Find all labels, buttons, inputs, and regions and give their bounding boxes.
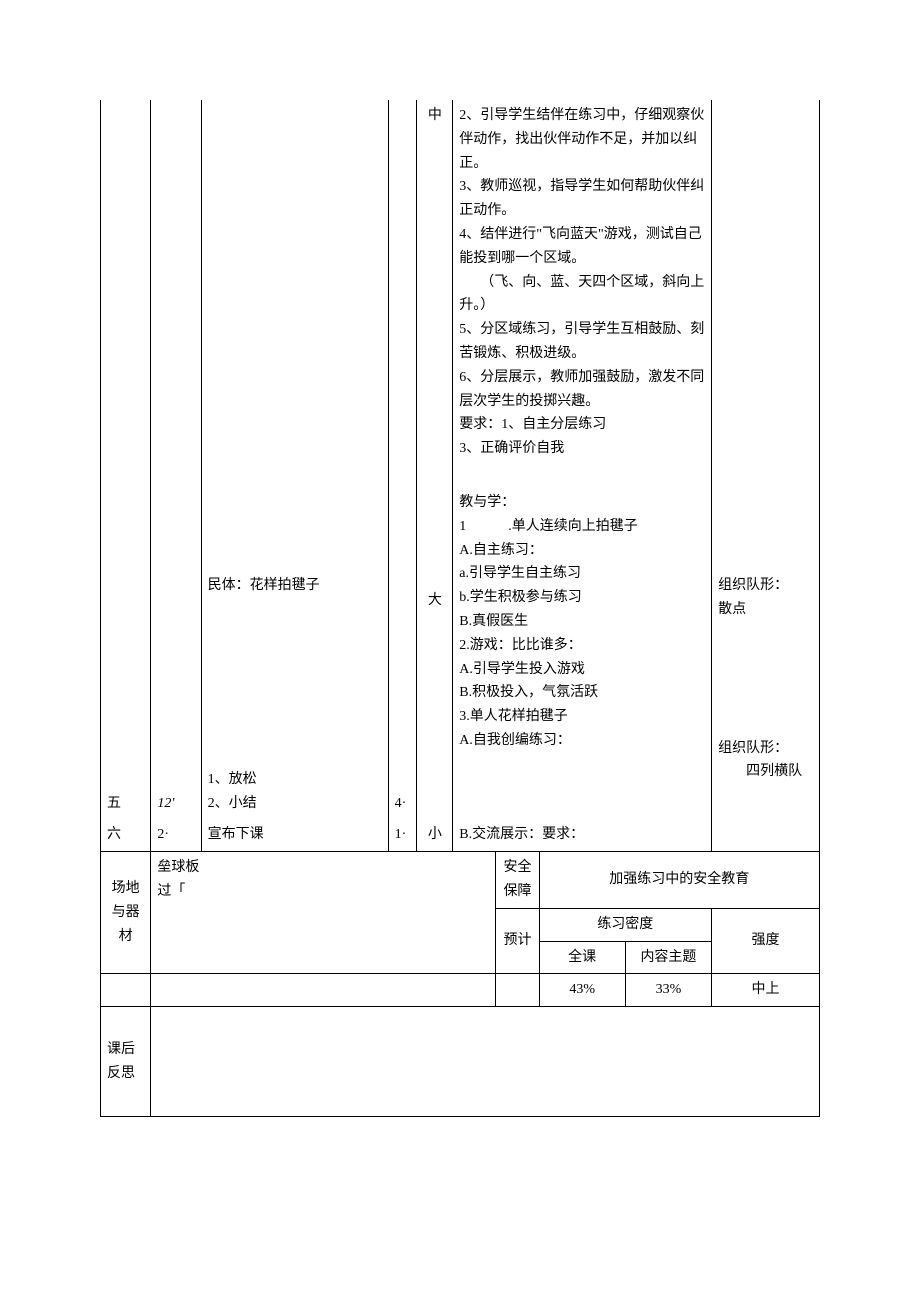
venue-label-ext — [101, 974, 151, 1007]
intensity-col: 中 大 — [417, 100, 453, 819]
relax-line2: 2、小结 — [208, 792, 382, 816]
venue-label: 场地与器材 — [101, 852, 151, 974]
row-num-6: 六 — [101, 819, 151, 851]
strength-header: 强度 — [712, 908, 820, 974]
table-row: 六 2· 宣布下课 1· 小 B.交流展示：要求： — [101, 819, 820, 851]
strength-value: 中上 — [712, 974, 820, 1007]
formation-b-l1: 四列横队 — [718, 760, 813, 784]
dismiss-line: 宣布下课 — [201, 819, 388, 851]
row-count-5: 4· — [388, 100, 417, 819]
teach-block2-l3: a.引导学生自主练习 — [459, 562, 705, 586]
teach-block1-l7: 3、正确评价自我 — [459, 437, 705, 461]
table-row: 五 12′ 民体：花样拍毽子 1、放松 2、小结 4· 中 大 2、引导学生结伴… — [101, 100, 820, 819]
teach-block2-l1: 1 .单人连续向上拍毽子 — [459, 515, 705, 539]
teach-block2-l10: A.自我创编练习： — [459, 729, 705, 753]
reflection-label: 课后反思 — [101, 1007, 151, 1117]
teach-block1-l6: 要求：1、自主分层练习 — [459, 413, 705, 437]
teach-block1-l2: 4、结伴进行"飞向蓝天"游戏，测试自己能投到哪一个区域。 — [459, 223, 705, 271]
safety-content: 加强练习中的安全教育 — [539, 852, 819, 909]
teach-block2-last: B.交流展示：要求： — [453, 819, 712, 851]
intensity-mid: 中 — [423, 104, 446, 129]
forecast-ext — [496, 974, 539, 1007]
teach-block2-l0: 教与学： — [459, 491, 705, 515]
safety-label: 安全保障 — [496, 852, 539, 909]
teaching-col: 2、引导学生结伴在练习中，仔细观察伙伴动作，找出伙伴动作不足，并加以纠正。 3、… — [453, 100, 712, 819]
table-row: 场地与器材 垒球板 过「 安全保障 加强练习中的安全教育 — [101, 852, 820, 909]
teach-block2-l7: A.引导学生投入游戏 — [459, 658, 705, 682]
teach-block1-l3: （飞、向、蓝、天四个区域，斜向上升。） — [459, 271, 705, 319]
formation-col: 组织队形： 散点 组织队形： 四列横队 — [712, 100, 820, 819]
teach-block2-l6: 2.游戏：比比谁多： — [459, 634, 705, 658]
teach-block2-l5: B.真假医生 — [459, 610, 705, 634]
topic-header: 内容主题 — [625, 941, 711, 974]
table-row: 43% 33% 中上 — [101, 974, 820, 1007]
forecast-label: 预计 — [496, 908, 539, 974]
row-time-6: 2· — [151, 819, 201, 851]
teach-block1-l0: 2、引导学生结伴在练习中，仔细观察伙伴动作，找出伙伴动作不足，并加以纠正。 — [459, 104, 705, 175]
row-time-5: 12′ — [151, 100, 201, 819]
table-row: 课后反思 — [101, 1007, 820, 1117]
density-header: 练习密度 — [539, 908, 712, 941]
lesson-plan-table: 五 12′ 民体：花样拍毽子 1、放松 2、小结 4· 中 大 2、引导学生结伴… — [100, 100, 820, 1117]
row-num-5: 五 — [101, 100, 151, 819]
formation-empty — [712, 819, 820, 851]
teach-block1-l4: 5、分区域练习，引导学生互相鼓励、刻苦锻炼、积极进级。 — [459, 318, 705, 366]
folk-sport-title: 民体：花样拍毽子 — [208, 574, 382, 598]
teach-block2-l4: b.学生积极参与练习 — [459, 586, 705, 610]
venue-content: 垒球板 过「 — [151, 852, 496, 974]
intensity-small: 小 — [417, 819, 453, 851]
formation-a-l2: 散点 — [718, 598, 813, 622]
row-count-6: 1· — [388, 819, 417, 851]
teach-block2-l2: A.自主练习： — [459, 539, 705, 563]
intensity-big: 大 — [423, 589, 446, 613]
venue-content-ext — [151, 974, 496, 1007]
full-header: 全课 — [539, 941, 625, 974]
content-col3: 民体：花样拍毽子 1、放松 2、小结 — [201, 100, 388, 819]
teach-block1-l1: 3、教师巡视，指导学生如何帮助伙伴纠正动作。 — [459, 175, 705, 223]
teach-block1-l5: 6、分层展示，教师加强鼓励，激发不同层次学生的投掷兴趣。 — [459, 366, 705, 414]
formation-a-l0: 组织队形： — [718, 574, 813, 598]
full-value: 43% — [539, 974, 625, 1007]
teach-block2-l9: 3.单人花样拍毽子 — [459, 705, 705, 729]
formation-b-l0: 组织队形： — [718, 737, 813, 761]
reflection-content — [151, 1007, 820, 1117]
relax-line1: 1、放松 — [208, 768, 382, 792]
topic-value: 33% — [625, 974, 711, 1007]
teach-block2-l8: B.积极投入，气氛活跃 — [459, 681, 705, 705]
